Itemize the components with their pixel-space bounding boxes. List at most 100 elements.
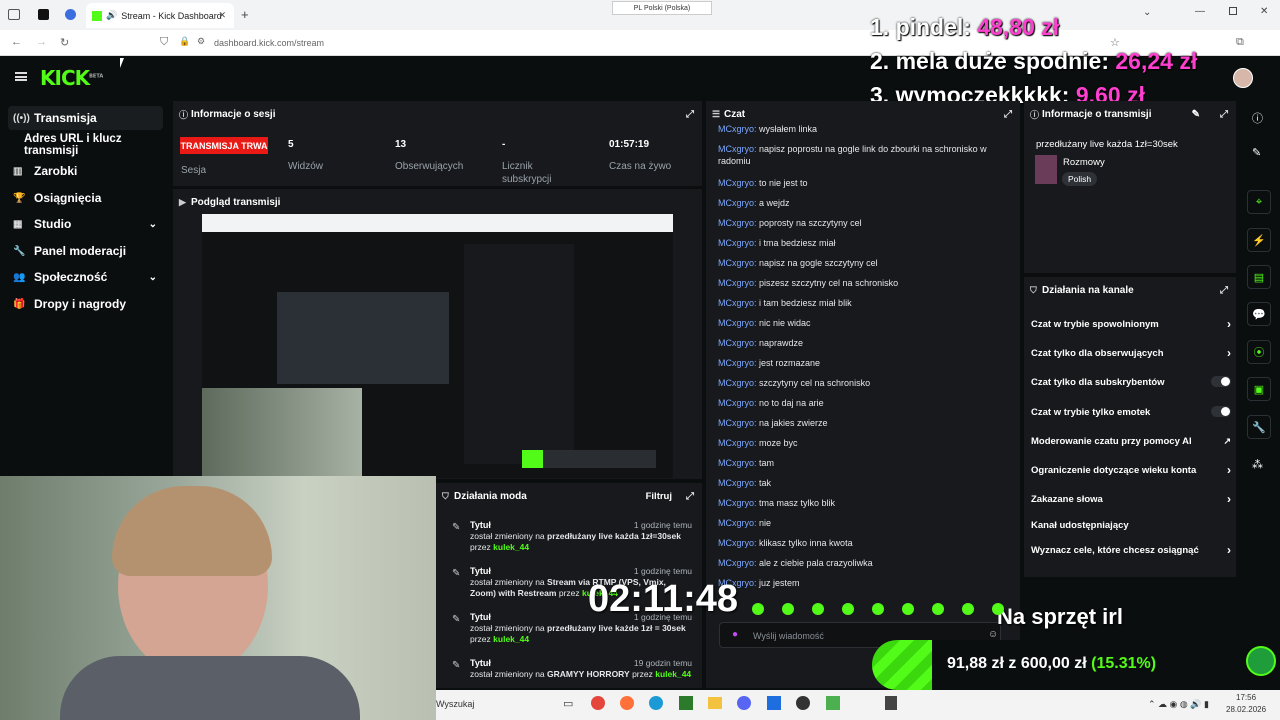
chat-username[interactable]: MCxgryo: [718, 358, 757, 368]
popout-icon[interactable]: ⤢ [1220, 285, 1228, 296]
chat-username[interactable]: MCxgryo: [718, 218, 757, 228]
channel-action-goals[interactable]: Wyznacz cele, które chcesz osiągnąć › [1031, 543, 1231, 557]
chat-username[interactable]: MCxgryo: [718, 178, 757, 188]
notes-icon[interactable]: ▤ [1247, 265, 1271, 289]
app-icon[interactable] [767, 696, 781, 710]
emote-icon[interactable] [842, 603, 854, 615]
emote-only-toggle[interactable] [1211, 406, 1231, 417]
obs-icon[interactable] [796, 696, 810, 710]
close-tab-icon[interactable]: ✕ [218, 10, 226, 21]
wrench-icon[interactable]: 🔧 [1247, 415, 1271, 439]
emote-icon[interactable] [932, 603, 944, 615]
chat-username[interactable]: MCxgryo: [718, 238, 757, 248]
audio-icon[interactable]: 🔊 [106, 10, 117, 21]
cube-icon[interactable] [826, 696, 840, 710]
chat-username[interactable]: MCxgryo: [718, 298, 757, 308]
emote-icon[interactable] [992, 603, 1004, 615]
chat-username[interactable]: MCxgryo: [718, 338, 757, 348]
emote-icon[interactable] [962, 603, 974, 615]
sidebar-item-osiagniecia[interactable]: 🏆 Osiągnięcia [8, 186, 163, 210]
reload-icon[interactable]: ↻ [60, 36, 69, 49]
chat-username[interactable]: MCxgryo: [718, 478, 757, 488]
chat-username[interactable]: MCxgryo: [718, 378, 757, 388]
taskbar-date[interactable]: 28.02.2026 [1226, 705, 1266, 714]
channel-action-host[interactable]: Kanał udostępniający [1031, 520, 1231, 531]
chat-username[interactable]: MCxgryo: [718, 144, 757, 154]
chat-username[interactable]: MCxgryo: [718, 398, 757, 408]
lightning-icon[interactable]: ⚡ [1247, 228, 1271, 252]
emote-icon[interactable] [902, 603, 914, 615]
stream-preview-video[interactable] [202, 214, 673, 478]
chat-username[interactable]: MCxgryo: [718, 124, 757, 134]
maximize-icon[interactable] [1229, 7, 1237, 15]
chrome-icon[interactable] [591, 696, 605, 710]
chat-username[interactable]: MCxgryo: [718, 558, 757, 568]
sidebar-item-stream-key[interactable]: Adres URL i klucz transmisji [8, 133, 163, 157]
back-icon[interactable]: ← [11, 36, 22, 48]
filter-button[interactable]: Filtruj [646, 491, 672, 502]
browser-tab-active[interactable]: 🔊 Stream - Kick Dashboard ✕ [86, 3, 234, 28]
entry-user[interactable]: kulek_44 [493, 634, 529, 644]
emote-icon[interactable] [782, 603, 794, 615]
chat-username[interactable]: MCxgryo: [718, 518, 757, 528]
firefox-icon[interactable] [620, 696, 634, 710]
site-settings-icon[interactable]: ⚙ [197, 36, 205, 47]
chat-username[interactable]: MCxgryo: [718, 438, 757, 448]
calculator-icon[interactable] [885, 696, 897, 710]
sidebar-item-dropy[interactable]: 🎁 Dropy i nagrody [8, 292, 163, 316]
pinned-tab-icon[interactable] [38, 9, 49, 20]
chat-username[interactable]: MCxgryo: [718, 418, 757, 428]
channel-action-banned-words[interactable]: Zakazane słowa › [1031, 492, 1231, 506]
chat-username[interactable]: MCxgryo: [718, 318, 757, 328]
taskbar-time[interactable]: 17:56 [1236, 693, 1256, 702]
discord-icon[interactable] [737, 696, 751, 710]
popout-icon[interactable]: ⤢ [686, 491, 694, 502]
channel-action-slow-mode[interactable]: Czat w trybie spowolnionym › [1031, 317, 1231, 331]
sidebar-item-zarobki[interactable]: ▥ Zarobki [8, 159, 163, 183]
chat-username[interactable]: MCxgryo: [718, 258, 757, 268]
user-avatar[interactable] [1233, 68, 1253, 88]
channel-action-account-age[interactable]: Ograniczenie dotyczące wieku konta › [1031, 463, 1231, 477]
emote-icon[interactable] [872, 603, 884, 615]
url-field[interactable]: dashboard.kick.com/stream [214, 38, 324, 48]
emote-icon[interactable] [752, 603, 764, 615]
hamburger-menu-icon[interactable] [15, 72, 27, 81]
kick-logo[interactable]: KICKBETA [40, 66, 103, 90]
chat-username[interactable]: MCxgryo: [718, 498, 757, 508]
sidebar-item-transmisja[interactable]: ((•)) Transmisja [8, 106, 163, 130]
edit-icon[interactable]: ✎ [1192, 109, 1200, 120]
minecraft-icon[interactable] [679, 696, 693, 710]
chat-username[interactable]: MCxgryo: [718, 538, 757, 548]
info-icon[interactable]: ⓘ [1252, 110, 1263, 126]
layout-icon[interactable]: ▣ [1247, 377, 1271, 401]
chat-username[interactable]: MCxgryo: [718, 278, 757, 288]
sidebar-item-spolecznosc[interactable]: 👥 Społeczność ⌄ [8, 265, 163, 289]
chevron-down-icon[interactable]: ⌄ [149, 272, 157, 283]
folder-icon[interactable] [708, 697, 722, 709]
broadcast-icon[interactable]: ⦿ [1247, 340, 1271, 364]
close-window-icon[interactable]: ✕ [1260, 6, 1268, 17]
sidebar-item-studio[interactable]: ▦ Studio ⌄ [8, 212, 163, 236]
popout-icon[interactable]: ⤢ [1004, 109, 1012, 120]
channel-action-followers-only[interactable]: Czat tylko dla obserwujących › [1031, 346, 1231, 360]
category-name[interactable]: Rozmowy [1063, 157, 1105, 168]
tray-icons[interactable]: ⌃ ☁ ◉ ◍ 🔊 ▮ [1148, 699, 1209, 710]
popout-icon[interactable]: ⤢ [1220, 109, 1228, 120]
new-tab-icon[interactable]: + [241, 7, 249, 22]
clip-icon[interactable]: ⌖ [1247, 190, 1271, 214]
sidebar-toggle-icon[interactable] [8, 9, 20, 20]
forward-icon[interactable]: → [36, 36, 47, 48]
entry-user[interactable]: kulek_44 [655, 669, 691, 679]
chat-username[interactable]: MCxgryo: [718, 198, 757, 208]
subs-only-toggle[interactable] [1211, 376, 1231, 387]
task-view-icon[interactable]: ▭ [563, 697, 573, 710]
lock-icon[interactable]: 🔒 [179, 36, 190, 47]
chat-username[interactable]: MCxgryo: [718, 458, 757, 468]
shield-icon[interactable]: ⛉ [160, 36, 168, 49]
popout-icon[interactable]: ⤢ [686, 109, 694, 120]
chat-bubble-icon[interactable]: 💬 [1247, 302, 1271, 326]
pinned-tab-icon[interactable] [65, 9, 76, 20]
taskbar-search[interactable]: Wyszukaj [436, 699, 474, 709]
edge-icon[interactable] [649, 696, 663, 710]
chevron-down-icon[interactable]: ⌄ [149, 219, 157, 230]
